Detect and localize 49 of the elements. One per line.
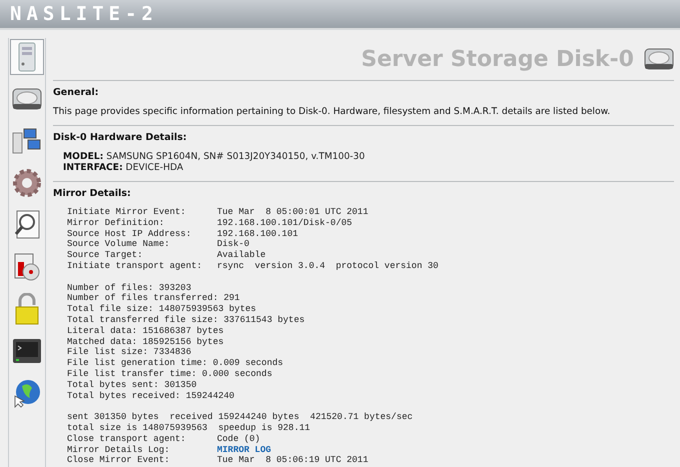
logo: NASLITE-2 bbox=[10, 3, 158, 25]
detail-value: Tue Mar 8 05:06:19 UTC 2011 bbox=[217, 455, 368, 466]
networked-computers-icon bbox=[12, 127, 42, 155]
field-label: MODEL: bbox=[63, 151, 104, 162]
stat-line: File list transfer time: 0.000 seconds bbox=[67, 368, 274, 380]
detail-label: Mirror Details Log: bbox=[67, 444, 171, 456]
field-value: DEVICE-HDA bbox=[126, 162, 184, 173]
stat-line: Total bytes received: 159244240 bbox=[67, 390, 236, 402]
stat-line: File list size: 7334836 bbox=[67, 347, 192, 358]
detail-value: Code (0) bbox=[217, 434, 260, 445]
detail-label: Source Host IP Address: bbox=[67, 228, 192, 240]
gear-icon bbox=[12, 168, 42, 198]
stat-line: Literal data: 151686387 bytes bbox=[67, 326, 225, 337]
section-heading: Disk-0 Hardware Details: bbox=[53, 132, 188, 143]
detail-value: Tue Mar 8 05:00:01 UTC 2011 bbox=[217, 207, 368, 218]
server-tower-icon bbox=[18, 42, 36, 72]
section-heading: General: bbox=[53, 87, 100, 98]
detail-value: 192.168.100.101 bbox=[217, 228, 298, 240]
stat-line: Total file size: 148075939563 bytes bbox=[67, 304, 258, 315]
stat-line: Total transferred file size: 337611543 bytes bbox=[67, 314, 306, 326]
field-label: INTERFACE: bbox=[63, 162, 123, 173]
summary-line: total size is 148075939563 speedup is 928.11 bbox=[67, 422, 312, 434]
detail-label: Initiate transport agent: bbox=[67, 260, 204, 272]
terminal-icon bbox=[12, 338, 42, 364]
padlock-icon bbox=[14, 293, 40, 325]
detail-value: Available bbox=[217, 250, 266, 261]
detail-value: rsync version 3.0.4 protocol version 30 bbox=[217, 260, 438, 272]
disc-box-icon bbox=[13, 252, 41, 282]
detail-value: 192.168.100.101/Disk-0/05 bbox=[217, 218, 352, 229]
field-value: SAMSUNG SP1604N, SN# S013J20Y340150, v.TM100-30 bbox=[106, 151, 365, 162]
description-text: This page provides specific information pertaining to Disk-0. Hardware, filesystem and S.M.A.R.T. details are listed below. bbox=[53, 106, 612, 117]
magnifier-page-icon bbox=[13, 210, 41, 240]
detail-label: Close Mirror Event: bbox=[67, 455, 171, 466]
mirror-log-link[interactable]: MIRROR LOG bbox=[217, 444, 272, 456]
stat-line: Matched data: 185925156 bytes bbox=[67, 336, 225, 348]
stat-line: Total bytes sent: 301350 bbox=[67, 380, 198, 391]
section-heading: Mirror Details: bbox=[53, 188, 132, 199]
detail-label: Initiate Mirror Event: bbox=[67, 207, 187, 218]
stat-line: File list generation time: 0.009 seconds bbox=[67, 358, 284, 369]
page-title: Server Storage Disk-0 bbox=[361, 46, 634, 72]
stat-line: Number of files: 393203 bbox=[67, 282, 192, 294]
globe-cursor-icon bbox=[12, 378, 42, 408]
detail-label: Mirror Definition: bbox=[67, 218, 166, 229]
detail-label: Source Target: bbox=[67, 250, 144, 261]
detail-label: Source Volume Name: bbox=[67, 239, 171, 250]
stat-line: Number of files transferred: 291 bbox=[67, 293, 241, 304]
summary-line: sent 301350 bytes received 159244240 bytes 421520.71 bytes/sec bbox=[67, 412, 414, 423]
detail-label: Close transport agent: bbox=[67, 434, 187, 445]
detail-value: Disk-0 bbox=[217, 239, 250, 250]
